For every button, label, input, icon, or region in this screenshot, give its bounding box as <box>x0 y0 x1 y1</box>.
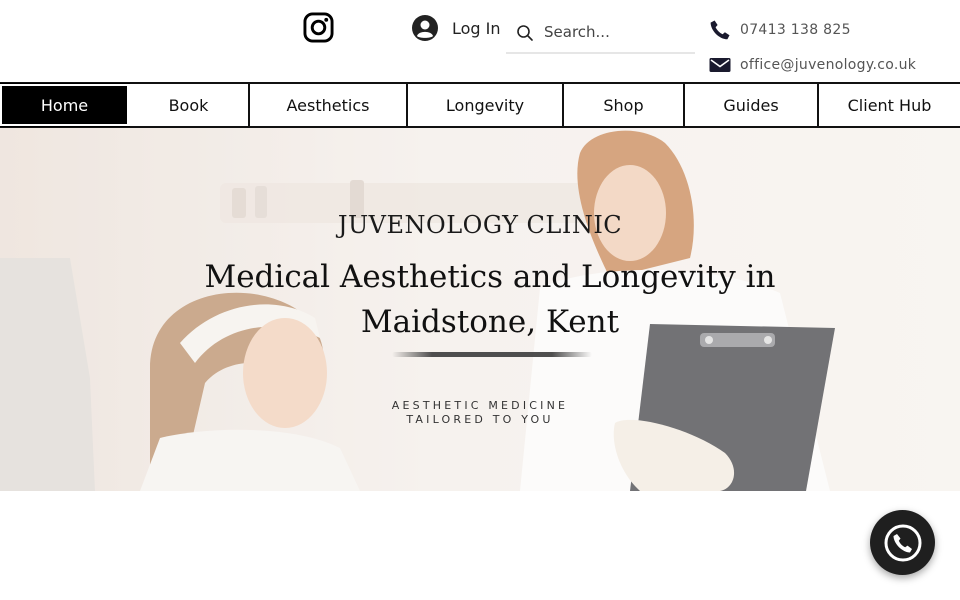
whatsapp-chat-button[interactable] <box>870 510 935 575</box>
tagline-line-2: TAILORED TO YOU <box>406 413 554 426</box>
main-navigation: Home Book Aesthetics Longevity Shop Guid… <box>0 82 960 128</box>
search-input[interactable] <box>544 23 694 41</box>
hero-tagline: AESTHETIC MEDICINE TAILORED TO YOU <box>0 399 960 427</box>
tagline-line-1: AESTHETIC MEDICINE <box>391 399 569 412</box>
hero-text-block: JUVENOLOGY CLINIC Medical Aesthetics and… <box>0 128 960 491</box>
nav-item-longevity[interactable]: Longevity <box>408 84 564 126</box>
hero-headline: Medical Aesthetics and Longevity in Maid… <box>200 255 780 345</box>
instagram-icon[interactable] <box>303 12 334 43</box>
email-contact[interactable]: office@juvenology.co.uk <box>708 53 916 77</box>
nav-item-aesthetics[interactable]: Aesthetics <box>250 84 408 126</box>
nav-item-client-hub[interactable]: Client Hub <box>819 84 960 126</box>
hero-banner: JUVENOLOGY CLINIC Medical Aesthetics and… <box>0 128 960 491</box>
phone-contact[interactable]: 07413 138 825 <box>708 18 851 42</box>
hero-divider <box>392 352 592 357</box>
headline-line-1: Medical Aesthetics and Longevity in <box>204 259 776 295</box>
search-bar[interactable] <box>506 12 695 54</box>
login-label: Log In <box>452 18 501 38</box>
nav-item-guides[interactable]: Guides <box>685 84 819 126</box>
mail-icon <box>709 58 731 72</box>
login-button[interactable]: Log In <box>412 14 501 42</box>
phone-number[interactable]: 07413 138 825 <box>740 22 851 38</box>
user-avatar-icon <box>412 15 438 41</box>
nav-item-shop[interactable]: Shop <box>564 84 685 126</box>
headline-line-2: Maidstone, Kent <box>360 304 620 340</box>
search-icon <box>517 25 533 41</box>
whatsapp-phone-icon <box>884 524 921 561</box>
nav-item-home[interactable]: Home <box>0 83 130 127</box>
email-address[interactable]: office@juvenology.co.uk <box>740 57 916 73</box>
nav-item-book[interactable]: Book <box>129 84 250 126</box>
site-header: Log In 07413 138 825 office@juvenology.c… <box>0 0 960 82</box>
clinic-name: JUVENOLOGY CLINIC <box>337 211 623 239</box>
phone-icon <box>710 20 730 40</box>
